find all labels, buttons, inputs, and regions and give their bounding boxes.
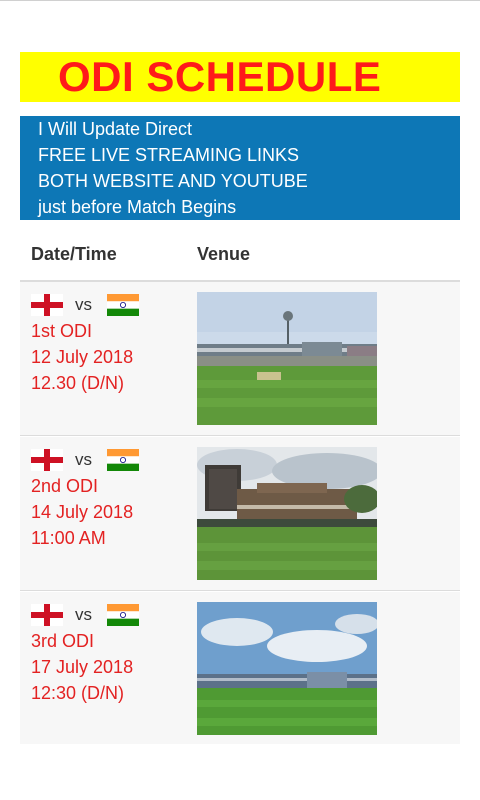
- england-flag-icon: [31, 604, 63, 626]
- row-divider: [20, 590, 460, 591]
- top-divider: [0, 0, 480, 1]
- column-header-date-time: Date/Time: [31, 244, 117, 264]
- versus-label: vs: [75, 450, 92, 469]
- india-flag-icon: [107, 604, 139, 626]
- match-number: 3rd ODI: [31, 631, 95, 651]
- india-flag-icon: [107, 449, 139, 471]
- info-box: I Will Update Direct FREE LIVE STREAMING…: [20, 116, 460, 220]
- versus-label: vs: [75, 605, 92, 624]
- stadium-photo-2: [197, 447, 377, 580]
- match-number: 1st ODI: [31, 321, 93, 341]
- info-line: BOTH WEBSITE AND YOUTUBE: [38, 171, 308, 191]
- match-date: 12 July 2018: [31, 347, 134, 367]
- match-time: 12:30 (D/N): [31, 683, 125, 703]
- table-header: Date/Time Venue: [20, 232, 460, 282]
- table-row[interactable]: vs 2nd ODI 14 July 2018 11:00 AM: [20, 437, 460, 591]
- match-time: 12.30 (D/N): [31, 373, 125, 393]
- england-flag-icon: [31, 294, 63, 316]
- match-date: 14 July 2018: [31, 502, 134, 522]
- table-row[interactable]: vs 3rd ODI 17 July 2018 12:30 (D/N): [20, 592, 460, 744]
- row-divider: [20, 435, 460, 436]
- info-line: just before Match Begins: [38, 197, 237, 217]
- stadium-photo-1: [197, 292, 377, 425]
- page-title: ODI SCHEDULE: [58, 53, 382, 100]
- info-line: FREE LIVE STREAMING LINKS: [38, 145, 300, 165]
- match-date: 17 July 2018: [31, 657, 134, 677]
- column-header-venue: Venue: [197, 244, 251, 264]
- stadium-photo-3: [197, 602, 377, 735]
- table-row[interactable]: vs 1st ODI 12 July 2018 12.30 (D/N): [20, 282, 460, 436]
- schedule-table: Date/Time Venue vs 1st ODI 12 July 2018 …: [20, 232, 460, 744]
- india-flag-icon: [107, 294, 139, 316]
- match-time: 11:00 AM: [31, 528, 106, 548]
- england-flag-icon: [31, 449, 63, 471]
- versus-label: vs: [75, 295, 92, 314]
- match-number: 2nd ODI: [31, 476, 99, 496]
- title-banner: ODI SCHEDULE: [20, 52, 460, 102]
- info-line: I Will Update Direct: [38, 119, 193, 139]
